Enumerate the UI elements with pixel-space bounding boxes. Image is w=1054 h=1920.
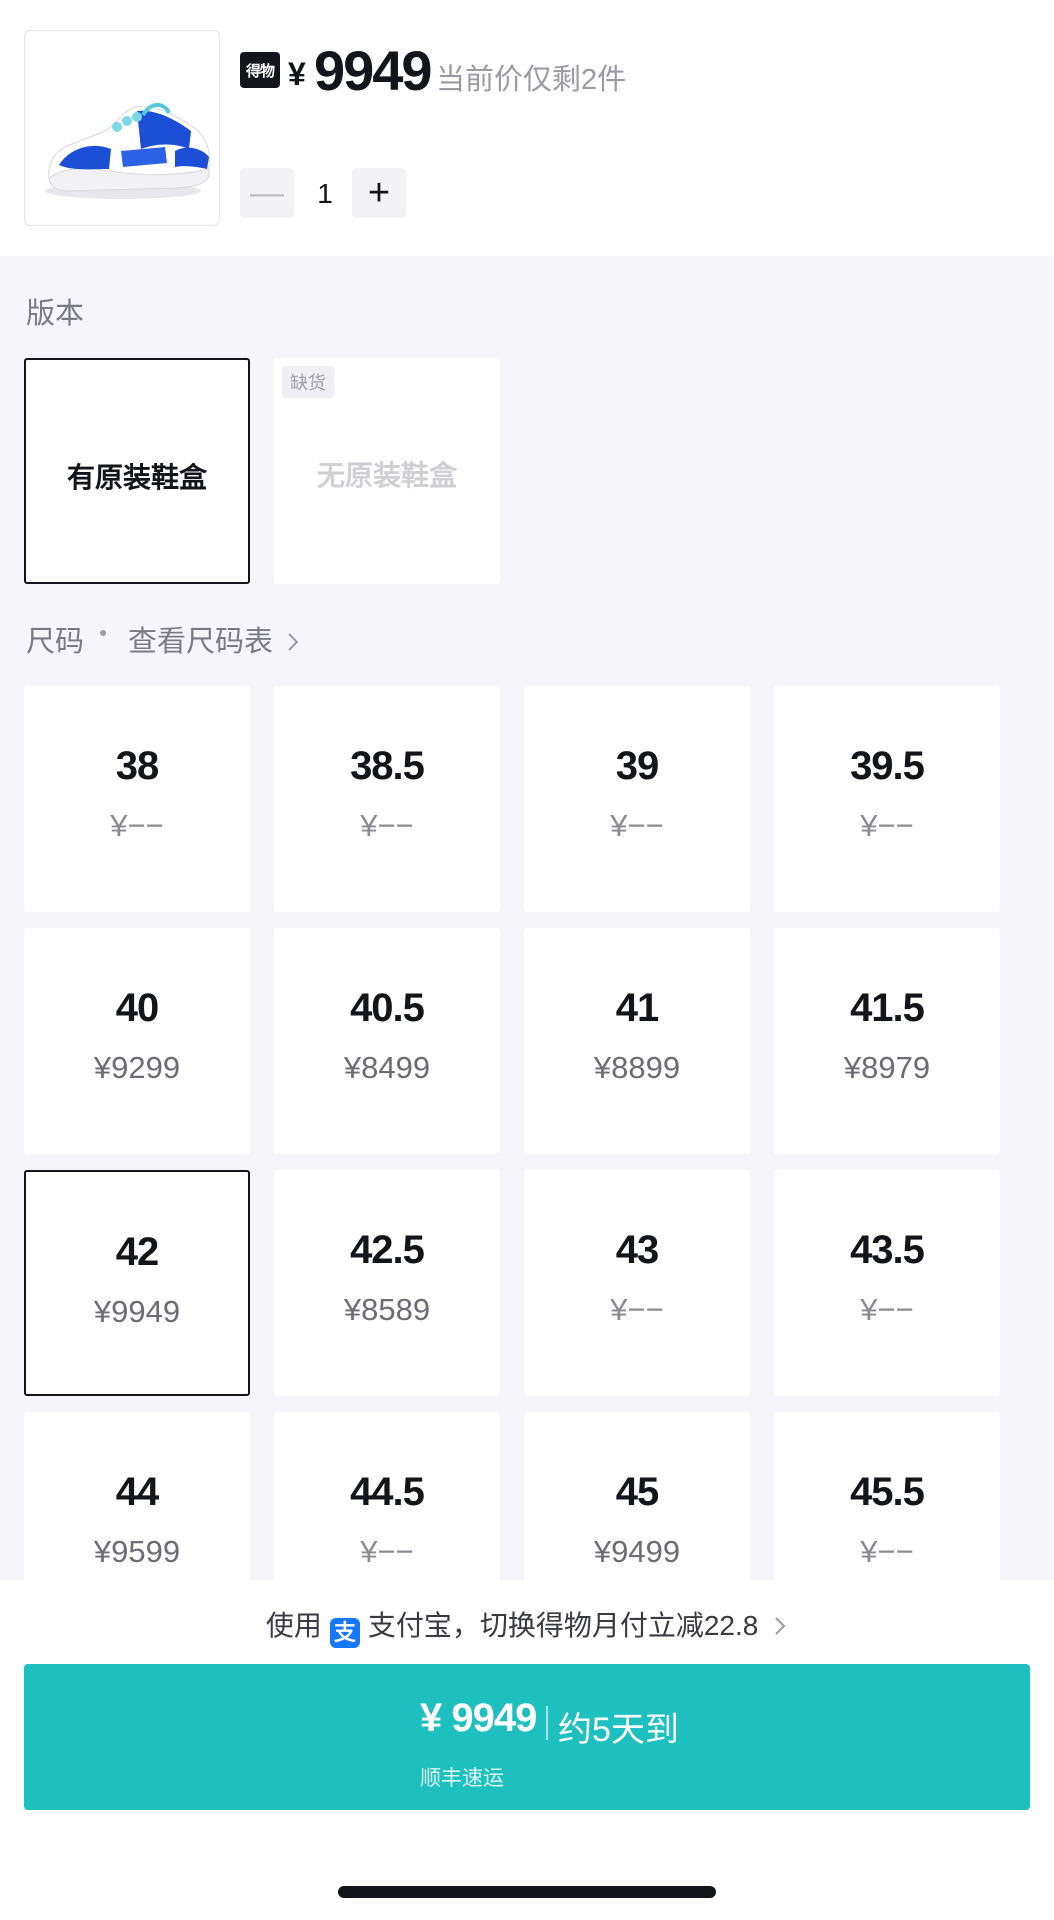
chevron-right-icon (775, 1617, 786, 1635)
size-option[interactable]: 41.5 ¥8979 (774, 928, 1000, 1154)
size-option-value: 41.5 (850, 986, 925, 1030)
size-option-price: ¥9599 (93, 1534, 181, 1569)
promo-prefix: 使用 (265, 1610, 322, 1641)
alipay-icon: 支 (329, 1618, 360, 1648)
size-option-value: 44 (115, 1470, 160, 1514)
sneaker-image (45, 103, 210, 199)
size-option-price: ¥−− (860, 1534, 914, 1569)
buy-divider (546, 1706, 548, 1740)
stock-note: 当前价仅剩2件 (436, 64, 627, 96)
plus-icon: + (367, 171, 391, 214)
size-option-value: 39 (615, 744, 660, 788)
size-option-value: 45.5 (850, 1470, 925, 1514)
separator-dot (100, 630, 106, 636)
size-option-value: 42 (115, 1230, 160, 1274)
delivery-eta: 约5天到 (558, 1711, 679, 1749)
version-option-with-box[interactable]: 有原装鞋盒 (24, 358, 250, 584)
size-option-price: ¥−− (860, 1292, 914, 1327)
size-option-price: ¥−− (860, 808, 914, 843)
promo-text: 支付宝，切换得物月付立减22.8 (367, 1610, 759, 1641)
version-option-title: 有原装鞋盒 (66, 462, 207, 493)
size-option[interactable]: 38 ¥−− (24, 686, 250, 912)
version-option-title: 无原装鞋盒 (316, 460, 457, 491)
size-option-value: 40 (115, 986, 160, 1030)
version-option-without-box[interactable]: 缺货 无原装鞋盒 (274, 358, 500, 584)
size-option-value: 45 (615, 1470, 660, 1514)
buy-price: ¥ 9949 (420, 1696, 537, 1740)
bottom-action-bar: 使用支支付宝，切换得物月付立减22.8 ¥ 9949 约5天到 顺丰速运 (0, 1580, 1054, 1920)
size-option[interactable]: 41 ¥8899 (524, 928, 750, 1154)
size-option-price: ¥9499 (593, 1534, 681, 1569)
size-option[interactable]: 42 ¥9949 (24, 1170, 250, 1396)
size-option-price: ¥9949 (93, 1294, 181, 1329)
size-option-value: 40.5 (350, 986, 425, 1030)
quantity-increase-button[interactable]: + (352, 168, 406, 218)
out-of-stock-badge: 缺货 (282, 366, 334, 398)
size-option-value: 38.5 (350, 744, 425, 788)
minus-icon: — (250, 173, 284, 212)
size-option-price: ¥8899 (593, 1050, 681, 1085)
size-option[interactable]: 43.5 ¥−− (774, 1170, 1000, 1396)
home-indicator (338, 1886, 716, 1898)
current-price: 9949 (314, 39, 433, 102)
size-option-value: 39.5 (850, 744, 925, 788)
size-section-label: 尺码 (26, 626, 85, 658)
size-option-value: 44.5 (350, 1470, 425, 1514)
price-currency: ¥ (288, 56, 306, 92)
brand-logo: 得物 (240, 52, 280, 88)
product-thumbnail[interactable] (24, 30, 220, 226)
quantity-value: 1 (317, 178, 333, 209)
size-option[interactable]: 38.5 ¥−− (274, 686, 500, 912)
size-option[interactable]: 43 ¥−− (524, 1170, 750, 1396)
size-option-value: 38 (115, 744, 160, 788)
size-option-value: 41 (615, 986, 660, 1030)
size-option-price: ¥−− (110, 808, 164, 843)
size-option[interactable]: 42.5 ¥8589 (274, 1170, 500, 1396)
size-option-price: ¥8589 (343, 1292, 431, 1327)
size-option[interactable]: 40.5 ¥8499 (274, 928, 500, 1154)
payment-promo[interactable]: 使用支支付宝，切换得物月付立减22.8 (0, 1604, 1054, 1648)
size-option-price: ¥8979 (843, 1050, 931, 1085)
size-chart-link[interactable]: 查看尺码表 (128, 618, 301, 660)
size-option-value: 43 (615, 1228, 660, 1272)
size-option-value: 42.5 (350, 1228, 425, 1272)
size-option-price: ¥9299 (93, 1050, 181, 1085)
size-chart-link-text: 查看尺码表 (128, 626, 274, 658)
version-section-label: 版本 (26, 298, 85, 330)
size-option-value: 43.5 (850, 1228, 925, 1272)
size-option-price: ¥−− (610, 1292, 664, 1327)
size-option[interactable]: 39.5 ¥−− (774, 686, 1000, 912)
size-option-price: ¥−− (360, 1534, 414, 1569)
product-header: 得物 ¥ 9949 当前价仅剩2件 — 1 + (0, 0, 1054, 256)
shipping-carrier: 顺丰速运 (420, 1767, 504, 1790)
size-option[interactable]: 39 ¥−− (524, 686, 750, 912)
buy-button[interactable]: ¥ 9949 约5天到 顺丰速运 (24, 1664, 1030, 1810)
chevron-right-icon (288, 633, 299, 651)
size-option-price: ¥−− (610, 808, 664, 843)
size-option-price: ¥−− (360, 808, 414, 843)
size-option-price: ¥8499 (343, 1050, 431, 1085)
quantity-decrease-button[interactable]: — (240, 168, 294, 218)
size-option[interactable]: 40 ¥9299 (24, 928, 250, 1154)
